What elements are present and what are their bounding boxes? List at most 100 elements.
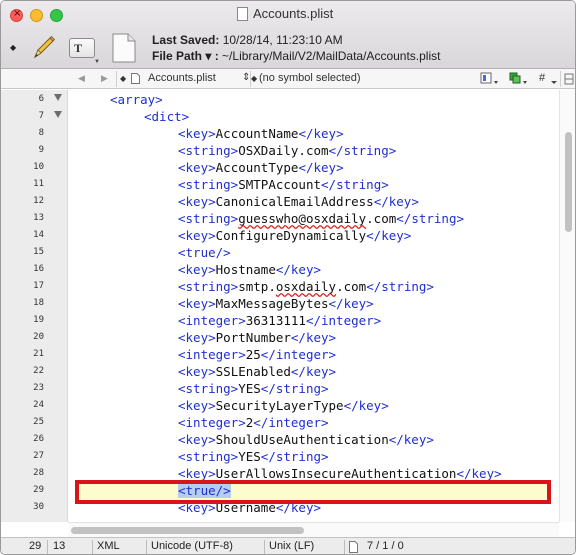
- xml-text: Hostname: [215, 262, 276, 277]
- code-line[interactable]: <string>guesswho@osxdaily.com</string>: [68, 210, 559, 227]
- gutter-row: 24: [1, 397, 67, 414]
- pencil-icon[interactable]: [29, 33, 57, 61]
- vertical-scroll-thumb[interactable]: [565, 132, 572, 232]
- code-line-content: <key>CanonicalEmailAddress</key>: [178, 193, 419, 210]
- xml-tag: </integer>: [253, 415, 329, 430]
- gutter-row: 28: [1, 465, 67, 482]
- bookmarks-icon[interactable]: [480, 72, 500, 86]
- line-number: 22: [33, 366, 44, 376]
- gutter-row: 14: [1, 227, 67, 244]
- file-menu-bullet-icon: ◆: [120, 74, 127, 83]
- spelling-error-text: guesswho@osxdaily: [238, 211, 367, 226]
- xml-tag: </string>: [396, 211, 464, 226]
- text-tool-button[interactable]: T: [69, 38, 95, 58]
- code-line[interactable]: <key>CanonicalEmailAddress</key>: [68, 193, 559, 210]
- gutter-row: 18: [1, 295, 67, 312]
- line-number: 20: [33, 332, 44, 342]
- code-line-content: <dict>: [144, 108, 189, 125]
- xml-text: CanonicalEmailAddress: [215, 194, 374, 209]
- code-line-content: <key>SSLEnabled</key>: [178, 363, 336, 380]
- code-line[interactable]: <string>YES</string>: [68, 380, 559, 397]
- code-line[interactable]: <key>AccountName</key>: [68, 125, 559, 142]
- last-saved-label: Last Saved:: [152, 33, 220, 47]
- hash-dropdown-icon[interactable]: [550, 72, 558, 86]
- minimize-window-button[interactable]: [30, 9, 43, 22]
- back-arrow-icon[interactable]: ◀: [78, 73, 85, 84]
- code-line-content: <key>ConfigureDynamically</key>: [178, 227, 411, 244]
- gutter-row: 29: [1, 482, 67, 499]
- code-line[interactable]: <string>smtp.osxdaily.com</string>: [68, 278, 559, 295]
- code-line[interactable]: <array>: [68, 91, 559, 108]
- code-line-content: <key>PortNumber</key>: [178, 329, 336, 346]
- line-number-gutter: 6 7 8 9 10 11 12 13 14 15 16 17 18 19 20 21 22 23 24 25 26 27…: [1, 90, 68, 522]
- code-line[interactable]: <integer>25</integer>: [68, 346, 559, 363]
- file-path-label[interactable]: File Path ▾ :: [152, 49, 219, 63]
- counterpart-icon[interactable]: [509, 72, 529, 86]
- gutter-row: 26: [1, 431, 67, 448]
- xml-text: PortNumber: [215, 330, 291, 345]
- code-line[interactable]: <dict>: [68, 108, 559, 125]
- document-icon[interactable]: [112, 33, 136, 63]
- gutter-row: 22: [1, 363, 67, 380]
- xml-tag: </key>: [290, 364, 337, 379]
- status-language[interactable]: XML: [97, 540, 120, 552]
- code-line[interactable]: <key>SecurityLayerType</key>: [68, 397, 559, 414]
- line-number: 9: [38, 145, 44, 155]
- code-line-content: <string>YES</string>: [178, 448, 329, 465]
- line-number: 11: [33, 179, 44, 189]
- status-line-endings[interactable]: Unix (LF): [269, 540, 314, 552]
- split-view-icon[interactable]: [564, 73, 574, 85]
- code-line[interactable]: <string>OSXDaily.com</string>: [68, 142, 559, 159]
- xml-tag: </string>: [321, 177, 389, 192]
- code-line[interactable]: <integer>2</integer>: [68, 414, 559, 431]
- code-line-content: <array>: [110, 91, 163, 108]
- code-editor[interactable]: <array> <dict> <key>AccountName</key> <stri…: [68, 90, 559, 522]
- line-number: 14: [33, 230, 44, 240]
- status-divider: [264, 540, 265, 554]
- spelling-error-text: osxdaily: [275, 279, 337, 294]
- code-line-content: <string>YES</string>: [178, 380, 329, 397]
- gutter-row: 12: [1, 193, 67, 210]
- code-line[interactable]: <integer>36313111</integer>: [68, 312, 559, 329]
- status-selection-counts: 7 / 1 / 0: [367, 540, 404, 552]
- status-divider: [146, 540, 147, 554]
- gutter-row: 21: [1, 346, 67, 363]
- document-proxy-icon[interactable]: [237, 6, 248, 21]
- code-line[interactable]: <key>AccountType</key>: [68, 159, 559, 176]
- xml-text: 25: [245, 347, 261, 362]
- code-line[interactable]: <true/>: [68, 244, 559, 261]
- code-line[interactable]: <key>ConfigureDynamically</key>: [68, 227, 559, 244]
- code-line[interactable]: <key>ShouldUseAuthentication</key>: [68, 431, 559, 448]
- zoom-window-button[interactable]: [50, 9, 63, 22]
- code-line[interactable]: <key>Hostname</key>: [68, 261, 559, 278]
- status-divider: [92, 540, 93, 554]
- symbol-menu[interactable]: (no symbol selected): [259, 72, 361, 84]
- line-number: 30: [33, 502, 44, 512]
- status-column-number: 13: [53, 540, 66, 552]
- code-line[interactable]: <string>YES</string>: [68, 448, 559, 465]
- xml-tag: </integer>: [260, 347, 337, 362]
- text-tool-glyph: T: [74, 41, 83, 55]
- fold-triangle-icon[interactable]: [54, 111, 62, 118]
- line-number: 19: [33, 315, 44, 325]
- xml-tag: <true/>: [178, 245, 231, 260]
- gutter-row: 7: [1, 108, 67, 125]
- line-number: 27: [33, 451, 44, 461]
- text-tool-dropdown-icon[interactable]: ▼: [94, 59, 100, 65]
- line-number-menu-icon[interactable]: #: [539, 72, 545, 84]
- editor-window: × Accounts.plist ◆ T ▼ Last Saved: 10/28…: [0, 0, 576, 555]
- xml-text: UserAllowsInsecureAuthentication: [215, 466, 457, 481]
- xml-tag: <key>: [178, 330, 216, 345]
- vertical-scrollbar[interactable]: [559, 90, 575, 522]
- status-encoding[interactable]: Unicode (UTF-8): [151, 540, 233, 552]
- file-menu-name[interactable]: Accounts.plist: [148, 72, 216, 84]
- xml-tag: </key>: [373, 194, 419, 209]
- code-line[interactable]: <string>SMTPAccount</string>: [68, 176, 559, 193]
- forward-arrow-icon[interactable]: ▶: [101, 73, 108, 84]
- code-line[interactable]: <key>SSLEnabled</key>: [68, 363, 559, 380]
- horizontal-scrollbar[interactable]: [68, 522, 559, 537]
- fold-triangle-icon[interactable]: [54, 94, 62, 101]
- horizontal-scroll-thumb[interactable]: [71, 527, 304, 534]
- code-line[interactable]: <key>MaxMessageBytes</key>: [68, 295, 559, 312]
- code-line[interactable]: <key>PortNumber</key>: [68, 329, 559, 346]
